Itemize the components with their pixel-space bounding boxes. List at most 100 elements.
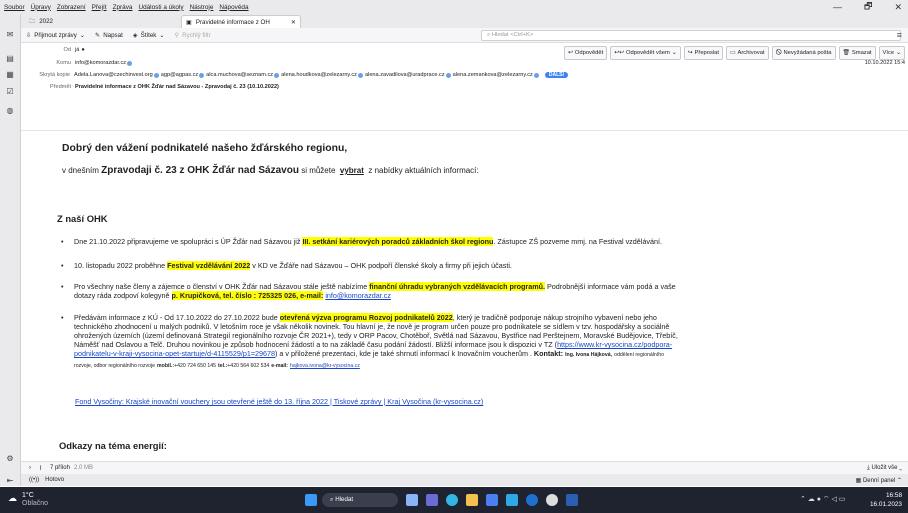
reply-all-icon: ↩↩	[614, 50, 624, 56]
bcc-recipient[interactable]: alca.muchova@seznam.cz	[206, 72, 273, 78]
bcc-recipient[interactable]: agp@agpas.cz	[161, 72, 198, 78]
close-button[interactable]: ✕	[894, 2, 902, 13]
status-text: Hotovo	[45, 477, 65, 483]
attachments-bar[interactable]: › ⌇ 7 příloh 2,0 MB ⤓ Uložit vše ⌄	[21, 461, 908, 474]
to-value[interactable]: info@komorazdar.cz	[75, 60, 126, 66]
contact-icon	[357, 72, 363, 78]
bcc-recipient[interactable]: alena.zavadilova@uradprace.cz	[365, 72, 445, 78]
word-icon[interactable]	[566, 494, 578, 506]
list-item: Pro všechny naše členy a zájemce o člens…	[61, 282, 908, 300]
vysocina-link[interactable]: Fond Vysočiny: Krajské inovační vouchery…	[75, 397, 483, 406]
save-all-button[interactable]: ⤓ Uložit vše ⌄	[867, 465, 902, 472]
bcc-recipient[interactable]: alena.zemankova@zelezarny.cz	[453, 72, 533, 78]
folder-icon: 🗀	[29, 18, 36, 25]
message-date: 10.10.2022 15:4	[864, 60, 905, 66]
menu-zobrazeni[interactable]: Zobrazení	[57, 4, 86, 11]
chevron-down-icon: ⌄	[159, 31, 165, 39]
menu-napoveda[interactable]: Nápověda	[219, 4, 248, 11]
list-item: Předávám informace z KÚ - Od 17.10.2022 …	[61, 313, 908, 371]
tab-close-icon[interactable]: ✕	[291, 19, 300, 26]
junk-button[interactable]: 🛇 Nevyžádaná pošta	[771, 46, 836, 60]
message-actions: ↩ Odpovědět ↩↩ Odpovědět všem ⌄ ↪ Přeposlat …	[564, 46, 905, 60]
attachment-size: 2,0 MB	[73, 465, 93, 471]
email-link[interactable]: hajkova.ivona@kr-vysocina.cz	[290, 363, 360, 369]
to-row: Komu info@komorazdar.cz	[21, 58, 134, 68]
tab-folder-2022[interactable]: 🗀 2022	[25, 15, 175, 28]
from-value[interactable]: já	[75, 47, 79, 53]
archive-button[interactable]: ▭ Archivovat	[726, 46, 769, 60]
menu-nastroje[interactable]: Nástroje	[190, 4, 214, 11]
weather-widget[interactable]: ☁ 1°C Oblačno	[8, 492, 48, 508]
tab-label: Pravidelné informace z OH	[195, 18, 270, 26]
contact-icon	[274, 72, 280, 78]
spaces-sidebar: ✉ ▤ ▦ ☑ ◍ ⚙ ⇤	[0, 14, 21, 486]
taskbar-search[interactable]: ⌕ Hledat	[322, 493, 398, 507]
mail-app-icon[interactable]	[506, 494, 518, 506]
bcc-recipient[interactable]: Adela.Lanova@czechinvest.org	[74, 72, 153, 78]
search-input[interactable]: ⌕ Hledat <Ctrl+K>	[481, 30, 901, 41]
taskbar: ☁ 1°C Oblačno ⌕ Hledat ⌃ ☁ ● ⌔ ◁ ▭ 16:58…	[0, 487, 908, 513]
thunderbird-icon[interactable]	[526, 494, 538, 506]
subject-row: Předmět Pravidelné informace z OHK Žďár …	[49, 84, 279, 90]
windows-start-icon[interactable]	[305, 494, 317, 506]
chrome-icon[interactable]	[546, 494, 558, 506]
clock[interactable]: 16:58 16.01.2023	[870, 491, 902, 509]
reply-all-button[interactable]: ↩↩ Odpovědět všem ⌄	[610, 46, 681, 60]
filter-icon: ⚲	[174, 31, 180, 39]
intro-line: v dnešním Zpravodaji č. 23 z OHK Žďár na…	[62, 165, 479, 176]
edge-icon[interactable]	[446, 494, 458, 506]
message-body: Dobrý den vážení podnikatelé našeho žďár…	[21, 130, 908, 455]
message-icon: ▣	[186, 18, 192, 26]
list-item: 10. listopadu 2022 proběhne Festival vzd…	[61, 261, 908, 270]
kraj-link-continued[interactable]: podnikatelu-v-kraji-vysocina-opet-startu…	[74, 349, 275, 358]
quick-filter-button[interactable]: ⚲ Rychlý filtr	[170, 32, 216, 39]
vybrat-link[interactable]: vybrat	[340, 166, 364, 175]
teams-icon[interactable]	[426, 494, 438, 506]
list-item: Dne 21.10.2022 připravujeme ve spoluprác…	[61, 237, 908, 246]
settings-icon[interactable]: ⚙	[5, 454, 15, 464]
get-mail-button[interactable]: ⇩ Přijmout zprávy ⌄	[21, 32, 90, 39]
chevron-down-icon: ⌄	[896, 50, 901, 56]
tag-icon: ◈	[132, 31, 138, 39]
mail-icon[interactable]: ✉	[5, 30, 15, 40]
forward-button[interactable]: ↪ Přeposlat	[683, 46, 724, 60]
menu-prejit[interactable]: Přejít	[92, 4, 107, 11]
tasks-icon[interactable]: ☑	[5, 87, 15, 97]
email-link[interactable]: info@komorazdar.cz	[325, 291, 391, 300]
kraj-link[interactable]: https://www.kr-vysocina.cz/podpora-	[557, 340, 672, 349]
store-icon[interactable]	[486, 494, 498, 506]
chat-icon[interactable]: ◍	[5, 106, 15, 116]
tag-button[interactable]: ◈ Štítek ⌄	[128, 32, 170, 39]
bcc-recipient[interactable]: alena.houdkova@zelezarny.cz	[281, 72, 357, 78]
tab-message[interactable]: ▣ Pravidelné informace z OH ✕	[181, 15, 301, 28]
mail-toolbar: ⇩ Přijmout zprávy ⌄ ✎ Napsat ◈ Štítek ⌄ ⚲ Rych…	[21, 28, 908, 43]
today-pane-button[interactable]: ▦ Denní panel ⌃	[856, 477, 902, 484]
address-book-icon[interactable]: ▤	[5, 54, 15, 64]
tab-label: 2022	[39, 18, 53, 25]
bcc-row: Skrytá kopie Adela.Lanova@czechinvest.or…	[3, 70, 568, 80]
chevron-down-icon[interactable]: ⌄	[80, 32, 85, 39]
more-recipients-button[interactable]: DALŠÍ	[544, 72, 568, 78]
file-explorer-icon[interactable]	[466, 494, 478, 506]
menu-upravy[interactable]: Úpravy	[31, 4, 51, 11]
status-bar: ((•)) Hotovo ▦ Denní panel ⌃	[21, 474, 908, 486]
chevron-right-icon[interactable]: ›	[29, 465, 31, 471]
contact-icon	[533, 72, 539, 78]
collapse-icon[interactable]: ⇤	[5, 476, 15, 486]
pencil-icon: ✎	[95, 31, 101, 39]
calendar-icon: ▦	[855, 477, 863, 484]
minimize-button[interactable]: —	[833, 2, 842, 12]
maximize-button[interactable]: 🗗	[864, 0, 872, 15]
menu-udalosti[interactable]: Události a úkoly	[138, 4, 183, 11]
reply-button[interactable]: ↩ Odpovědět	[564, 46, 608, 60]
system-tray-icons[interactable]: ⌃ ☁ ● ⌔ ◁ ▭	[800, 495, 845, 504]
paperclip-icon: ⌇	[39, 465, 42, 472]
menu-zprava[interactable]: Zpráva	[113, 4, 133, 11]
write-button[interactable]: ✎ Napsat	[90, 32, 128, 39]
menu-soubor[interactable]: Soubor	[4, 4, 25, 11]
task-view-icon[interactable]	[406, 494, 418, 506]
app-menu-icon[interactable]: ≡	[897, 30, 902, 40]
archive-icon: ▭	[730, 50, 736, 56]
section-heading: Odkazy na téma energií:	[59, 440, 167, 451]
reply-icon: ↩	[568, 50, 573, 56]
